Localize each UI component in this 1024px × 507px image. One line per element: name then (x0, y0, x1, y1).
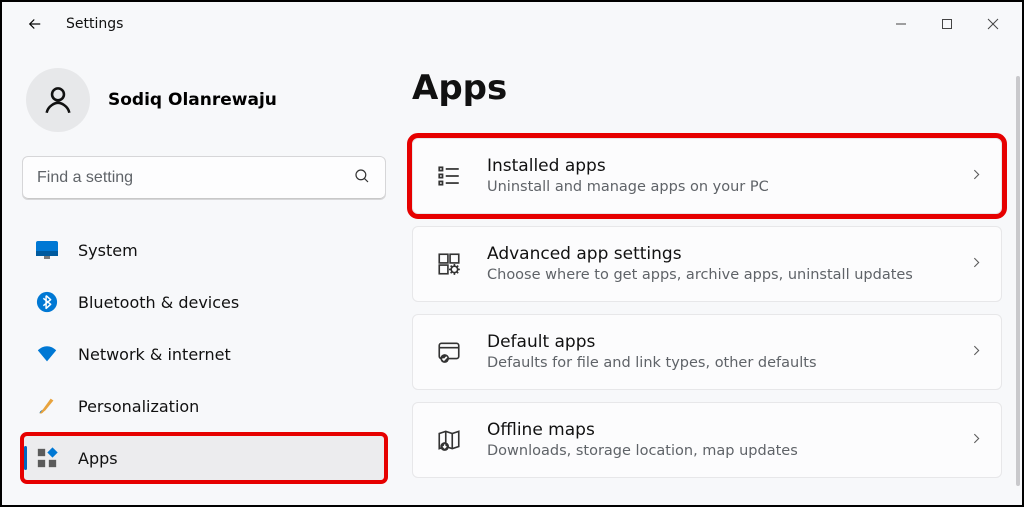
card-text: Default apps Defaults for file and link … (487, 331, 946, 373)
card-title: Installed apps (487, 155, 946, 177)
apps-icon (36, 447, 58, 469)
card-title: Default apps (487, 331, 946, 353)
wifi-icon (36, 343, 58, 365)
list-icon (435, 162, 463, 190)
card-title: Offline maps (487, 419, 946, 441)
sidebar-item-label: Personalization (78, 397, 199, 416)
maximize-button[interactable] (924, 9, 970, 39)
back-button[interactable] (18, 7, 52, 41)
scrollbar[interactable] (1016, 76, 1020, 486)
card-default-apps[interactable]: Default apps Defaults for file and link … (412, 314, 1002, 390)
card-desc: Defaults for file and link types, other … (487, 354, 946, 373)
page-title: Apps (412, 68, 1002, 108)
sidebar-item-bluetooth[interactable]: Bluetooth & devices (22, 278, 386, 326)
avatar (26, 68, 90, 132)
chevron-right-icon (970, 254, 983, 273)
chevron-right-icon (970, 342, 983, 361)
search-icon (353, 167, 371, 189)
system-icon (36, 239, 58, 261)
card-desc: Uninstall and manage apps on your PC (487, 178, 946, 197)
sidebar-item-network[interactable]: Network & internet (22, 330, 386, 378)
sidebar-item-personalization[interactable]: Personalization (22, 382, 386, 430)
sidebar-item-label: System (78, 241, 138, 260)
sidebar-item-system[interactable]: System (22, 226, 386, 274)
main-pane: Apps Installed apps Uninstall and manage… (402, 46, 1022, 505)
card-installed-apps[interactable]: Installed apps Uninstall and manage apps… (412, 138, 1002, 214)
card-title: Advanced app settings (487, 243, 946, 265)
profile-block[interactable]: Sodiq Olanrewaju (26, 68, 386, 132)
paintbrush-icon (36, 395, 58, 417)
search-box[interactable] (22, 156, 386, 200)
card-text: Offline maps Downloads, storage location… (487, 419, 946, 461)
close-button[interactable] (970, 9, 1016, 39)
card-advanced-app-settings[interactable]: Advanced app settings Choose where to ge… (412, 226, 1002, 302)
sidebar: Sodiq Olanrewaju System Bluetooth & devi… (2, 46, 402, 505)
map-download-icon (435, 426, 463, 454)
search-input[interactable] (37, 169, 353, 187)
profile-name: Sodiq Olanrewaju (108, 90, 277, 110)
chevron-right-icon (970, 166, 983, 185)
grid-gear-icon (435, 250, 463, 278)
card-desc: Choose where to get apps, archive apps, … (487, 266, 946, 285)
window-controls (878, 9, 1016, 39)
window-check-icon (435, 338, 463, 366)
sidebar-item-label: Network & internet (78, 345, 231, 364)
sidebar-item-label: Apps (78, 449, 118, 468)
minimize-button[interactable] (878, 9, 924, 39)
cards-list: Installed apps Uninstall and manage apps… (412, 138, 1002, 478)
bluetooth-icon (36, 291, 58, 313)
card-offline-maps[interactable]: Offline maps Downloads, storage location… (412, 402, 1002, 478)
chevron-right-icon (970, 430, 983, 449)
sidebar-item-apps[interactable]: Apps (22, 434, 386, 482)
sidebar-item-label: Bluetooth & devices (78, 293, 239, 312)
card-text: Advanced app settings Choose where to ge… (487, 243, 946, 285)
title-bar: Settings (2, 2, 1022, 46)
card-desc: Downloads, storage location, map updates (487, 442, 946, 461)
nav-list: System Bluetooth & devices Network & int… (22, 226, 386, 482)
window-title: Settings (66, 16, 123, 32)
card-text: Installed apps Uninstall and manage apps… (487, 155, 946, 197)
